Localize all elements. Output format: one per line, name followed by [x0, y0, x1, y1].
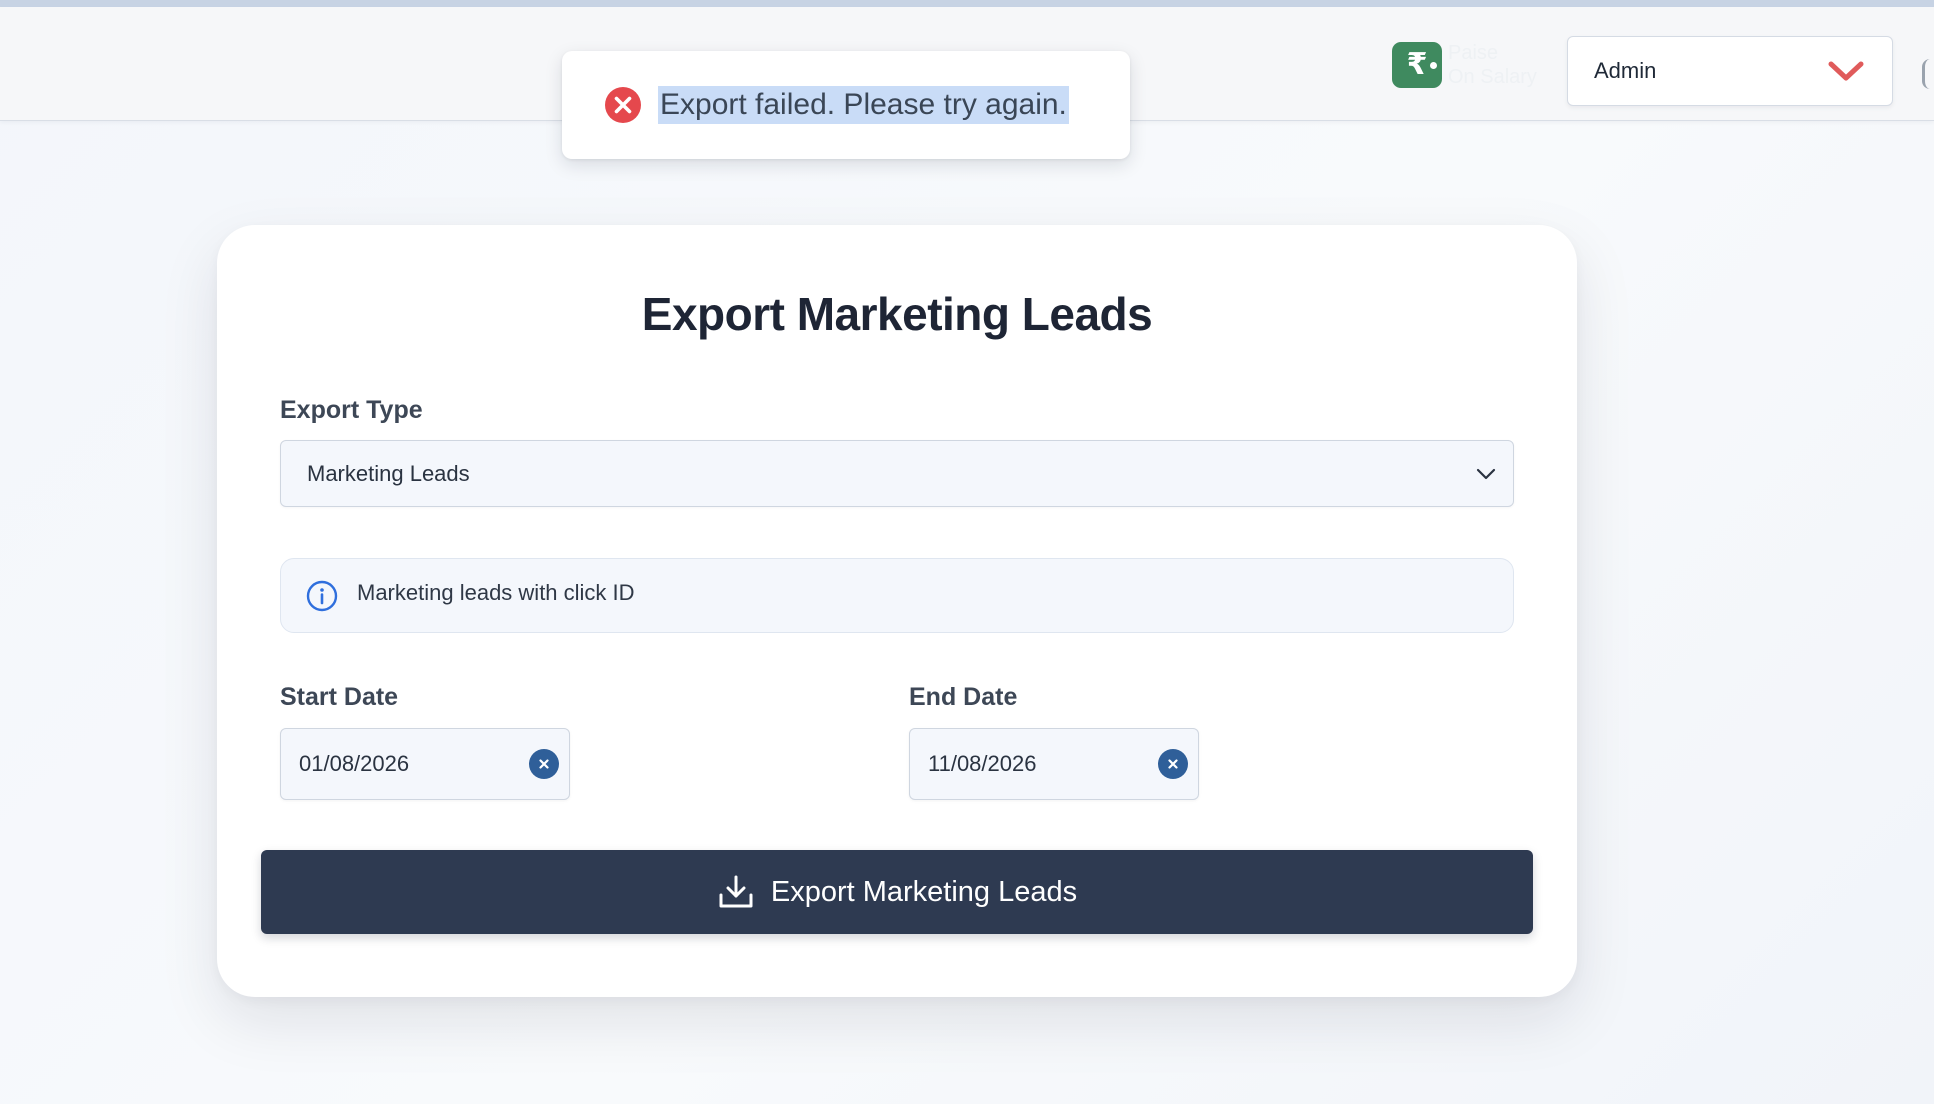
end-date-value: 11/08/2026: [928, 751, 1037, 776]
info-text: Marketing leads with click ID: [357, 579, 635, 605]
info-note: Marketing leads with click ID: [280, 558, 1514, 633]
start-date-label: Start Date: [280, 683, 399, 711]
chevron-down-icon: [1828, 61, 1864, 81]
wallet-dot: [1430, 62, 1437, 69]
chevron-down-icon: [1476, 468, 1496, 479]
start-date-value: 01/08/2026: [299, 751, 410, 776]
role-dropdown-value: Admin: [1594, 58, 1657, 83]
app-page: ₹ Paise On Salary Admin Export failed. P…: [0, 0, 1934, 1104]
role-dropdown[interactable]: Admin: [1567, 36, 1893, 106]
download-icon: [719, 875, 753, 908]
page-title: Export Marketing Leads: [641, 288, 1153, 340]
error-toast: Export failed. Please try again.: [562, 51, 1130, 159]
toast-message: Export failed. Please try again.: [658, 86, 1069, 124]
brand[interactable]: ₹ Paise On Salary: [1392, 41, 1537, 89]
error-circle-x-icon: [605, 87, 641, 123]
close-icon: [1168, 759, 1178, 769]
rupee-wallet-icon: ₹: [1392, 42, 1442, 88]
export-button-label: Export Marketing Leads: [770, 875, 1078, 908]
clear-start-date-button[interactable]: [529, 749, 559, 779]
brand-name-line1: Paise: [1448, 42, 1499, 64]
end-date-label: End Date: [909, 683, 1018, 711]
start-date-input[interactable]: 01/08/2026: [280, 728, 570, 800]
export-form-card: Export Marketing Leads Export Type Marke…: [217, 225, 1577, 997]
close-icon: [539, 759, 549, 769]
export-type-label: Export Type: [280, 396, 423, 424]
brand-name: Paise On Salary: [1448, 41, 1537, 89]
bell-icon[interactable]: [1922, 59, 1934, 89]
window-top-border: [0, 0, 1934, 7]
export-type-select[interactable]: Marketing Leads: [280, 440, 1514, 507]
export-type-value: Marketing Leads: [307, 460, 470, 486]
export-marketing-leads-button[interactable]: Export Marketing Leads: [261, 850, 1533, 934]
rupee-symbol: ₹: [1406, 47, 1428, 82]
end-date-input[interactable]: 11/08/2026: [909, 728, 1199, 800]
info-icon: [306, 580, 338, 611]
brand-name-line2: On Salary: [1448, 66, 1537, 88]
clear-end-date-button[interactable]: [1158, 749, 1188, 779]
